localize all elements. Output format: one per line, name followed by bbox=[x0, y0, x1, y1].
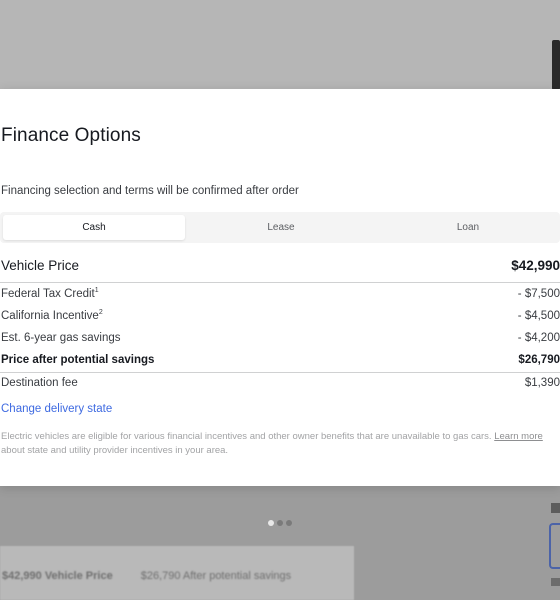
destination-fee-value: $1,390 bbox=[524, 377, 560, 389]
payment-type-tabs: Cash Lease Loan bbox=[0, 212, 560, 243]
background-price-summary: $42,990 Vehicle Price $26,790 After poten… bbox=[2, 570, 291, 582]
incentives-disclaimer: Electric vehicles are eligible for vario… bbox=[1, 431, 543, 456]
footnote-marker: 1 bbox=[94, 287, 99, 295]
divider bbox=[0, 372, 560, 373]
federal-tax-credit-value: - $7,500 bbox=[517, 288, 560, 300]
background-side-option bbox=[549, 523, 560, 569]
california-incentive-value: - $4,500 bbox=[517, 310, 560, 322]
background-savings-price: $26,790 After potential savings bbox=[140, 570, 292, 582]
carousel-dot bbox=[268, 520, 274, 526]
background-side-element bbox=[551, 578, 560, 586]
vehicle-price-value: $42,990 bbox=[511, 258, 560, 273]
background-edge-element bbox=[552, 40, 560, 90]
tab-loan[interactable]: Loan bbox=[377, 215, 559, 240]
price-after-savings-value: $26,790 bbox=[518, 354, 560, 366]
modal-subtitle: Financing selection and terms will be co… bbox=[1, 185, 299, 197]
background-vehicle-price: $42,990 Vehicle Price bbox=[2, 570, 113, 582]
vehicle-price-label: Vehicle Price bbox=[1, 258, 80, 273]
change-delivery-state-link[interactable]: Change delivery state bbox=[1, 403, 112, 415]
footnote-marker: 2 bbox=[98, 309, 103, 317]
gas-savings-label: Est. 6-year gas savings bbox=[1, 332, 121, 344]
learn-more-link[interactable]: Learn more bbox=[494, 431, 543, 442]
carousel-dot bbox=[286, 520, 292, 526]
finance-options-modal: Finance Options Financing selection and … bbox=[0, 89, 560, 486]
federal-tax-credit-label: Federal Tax Credit1 bbox=[1, 287, 99, 300]
california-incentive-label: California Incentive2 bbox=[1, 309, 103, 322]
modal-title: Finance Options bbox=[1, 125, 141, 146]
tab-lease[interactable]: Lease bbox=[190, 215, 372, 240]
tab-cash[interactable]: Cash bbox=[3, 215, 185, 240]
divider bbox=[0, 282, 560, 283]
carousel-dots bbox=[268, 520, 292, 526]
price-after-savings-label: Price after potential savings bbox=[1, 354, 155, 366]
carousel-dot bbox=[277, 520, 283, 526]
background-side-element bbox=[551, 503, 560, 513]
background-header-area bbox=[0, 0, 560, 90]
gas-savings-value: - $4,200 bbox=[517, 332, 560, 344]
destination-fee-label: Destination fee bbox=[1, 377, 78, 389]
